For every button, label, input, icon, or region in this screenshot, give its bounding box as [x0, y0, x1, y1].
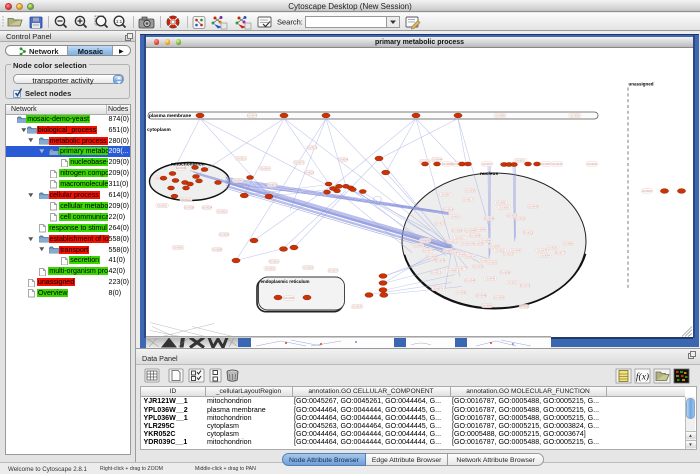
svg-text:G0:0021: G0:0021 [447, 239, 458, 243]
svg-text:plasma membrane: plasma membrane [149, 113, 191, 119]
svg-text:G0:0086: G0:0086 [447, 268, 458, 272]
svg-text:G0:0040: G0:0040 [465, 278, 476, 282]
svg-text:G0:0074: G0:0074 [267, 182, 278, 186]
svg-text:G0:0067: G0:0067 [441, 192, 452, 196]
svg-text:G0:0030: G0:0030 [265, 266, 276, 270]
svg-text:G0:0017: G0:0017 [463, 197, 474, 201]
svg-text:G0:0043: G0:0043 [435, 258, 446, 262]
svg-text:G0:0068: G0:0068 [427, 254, 438, 258]
svg-text:G0:0043: G0:0043 [528, 204, 539, 208]
svg-text:G0:0055: G0:0055 [442, 162, 453, 166]
svg-text:G0:0091: G0:0091 [515, 158, 526, 162]
svg-text:G0:0012: G0:0012 [523, 230, 534, 234]
svg-text:G0:0098: G0:0098 [456, 290, 467, 294]
svg-text:G0:0079: G0:0079 [294, 160, 305, 164]
svg-text:G0:0047: G0:0047 [247, 113, 258, 117]
svg-text:unassigned: unassigned [629, 81, 654, 86]
svg-text:G0:0037: G0:0037 [435, 221, 446, 225]
svg-text:G0:0023: G0:0023 [307, 145, 318, 149]
svg-text:G0:0041: G0:0041 [260, 166, 271, 170]
svg-text:G0:0078: G0:0078 [352, 304, 363, 308]
svg-text:G0:0012: G0:0012 [431, 270, 442, 274]
svg-text:G0:0078: G0:0078 [552, 162, 563, 166]
svg-text:G0:0038: G0:0038 [470, 233, 481, 237]
svg-text:G0:0024: G0:0024 [465, 254, 476, 258]
svg-text:G0:0064: G0:0064 [481, 238, 492, 242]
svg-text:f(x): f(x) [636, 371, 649, 382]
svg-text:nucleus: nucleus [480, 171, 498, 177]
svg-text:G0:0026: G0:0026 [547, 245, 558, 249]
svg-text:G0:0054: G0:0054 [202, 205, 213, 209]
svg-text:G0:0048: G0:0048 [511, 248, 522, 252]
svg-text:G0:0024: G0:0024 [461, 241, 472, 245]
svg-text:G0:0084: G0:0084 [465, 228, 476, 232]
svg-text:G0:0015: G0:0015 [217, 209, 228, 213]
svg-text:G0:0056: G0:0056 [500, 270, 511, 274]
svg-text:G0:0064: G0:0064 [338, 157, 349, 161]
svg-text:G0:0089: G0:0089 [495, 113, 506, 117]
svg-text:G0:0077: G0:0077 [555, 250, 566, 254]
svg-text:G0:0058: G0:0058 [184, 205, 195, 209]
svg-text:G0:0097: G0:0097 [482, 162, 493, 166]
svg-text:G0:0053: G0:0053 [157, 203, 168, 207]
svg-text:G0:0049: G0:0049 [485, 276, 496, 280]
svg-text:G0:0092: G0:0092 [515, 216, 526, 220]
svg-text:G0:0092: G0:0092 [413, 243, 424, 247]
svg-text:G0:0044: G0:0044 [432, 157, 443, 161]
svg-text:cytoplasm: cytoplasm [147, 127, 171, 133]
svg-text:G0:0013: G0:0013 [236, 156, 247, 160]
svg-text:G0:0066: G0:0066 [482, 303, 493, 307]
svg-text:G0:0030: G0:0030 [587, 162, 598, 166]
svg-text:G0:0047: G0:0047 [423, 248, 434, 252]
svg-text:G0:0095: G0:0095 [494, 295, 505, 299]
svg-text:G0:0064: G0:0064 [540, 253, 551, 257]
svg-text:G0:0061: G0:0061 [450, 214, 461, 218]
svg-text:G0:0079: G0:0079 [433, 286, 444, 290]
svg-text:G0:0050: G0:0050 [499, 205, 510, 209]
svg-text:G0:0072: G0:0072 [520, 283, 531, 287]
svg-text:G0:0078: G0:0078 [537, 248, 548, 252]
svg-text:Search:: Search: [277, 18, 303, 27]
svg-text:G0:0039: G0:0039 [176, 166, 187, 170]
svg-text:G0:0081: G0:0081 [452, 228, 463, 232]
svg-text:G0:0082: G0:0082 [496, 200, 507, 204]
svg-text:G0:0027: G0:0027 [455, 235, 466, 239]
svg-text:G0:0030: G0:0030 [473, 264, 484, 268]
svg-text:G0:0059: G0:0059 [489, 244, 500, 248]
svg-text:G0:0081: G0:0081 [233, 178, 244, 182]
svg-text:G0:0049: G0:0049 [476, 293, 487, 297]
svg-text:G0:0056: G0:0056 [570, 113, 581, 117]
svg-text:G0:0053: G0:0053 [303, 265, 314, 269]
svg-text:G0:0038: G0:0038 [484, 216, 495, 220]
svg-text:G0:0018: G0:0018 [642, 189, 653, 193]
svg-text:G0:0087: G0:0087 [541, 162, 552, 166]
svg-text:G0:0058: G0:0058 [519, 304, 530, 308]
svg-text:G0:0014: G0:0014 [443, 207, 454, 211]
svg-text:G0:0029: G0:0029 [487, 260, 498, 264]
svg-text:G0:0084: G0:0084 [475, 227, 486, 231]
svg-text:endoplasmic reticulum: endoplasmic reticulum [261, 279, 310, 284]
svg-text:G0:0085: G0:0085 [212, 247, 223, 251]
svg-text:G0:0080: G0:0080 [563, 241, 574, 245]
svg-text:G0:0068: G0:0068 [284, 296, 295, 300]
svg-text:G0:0021: G0:0021 [304, 170, 315, 174]
svg-text:G0:0093: G0:0093 [219, 232, 230, 236]
svg-text:G0:0022: G0:0022 [181, 197, 192, 201]
svg-text:G0:0078: G0:0078 [420, 238, 431, 242]
svg-text:1:1: 1:1 [116, 19, 123, 24]
svg-text:G0:0010: G0:0010 [269, 259, 280, 263]
svg-text:G0:0037: G0:0037 [328, 268, 339, 272]
svg-text:G0:0038: G0:0038 [465, 188, 476, 192]
svg-text:G0:0020: G0:0020 [507, 280, 518, 284]
svg-text:G0:0063: G0:0063 [173, 245, 184, 249]
